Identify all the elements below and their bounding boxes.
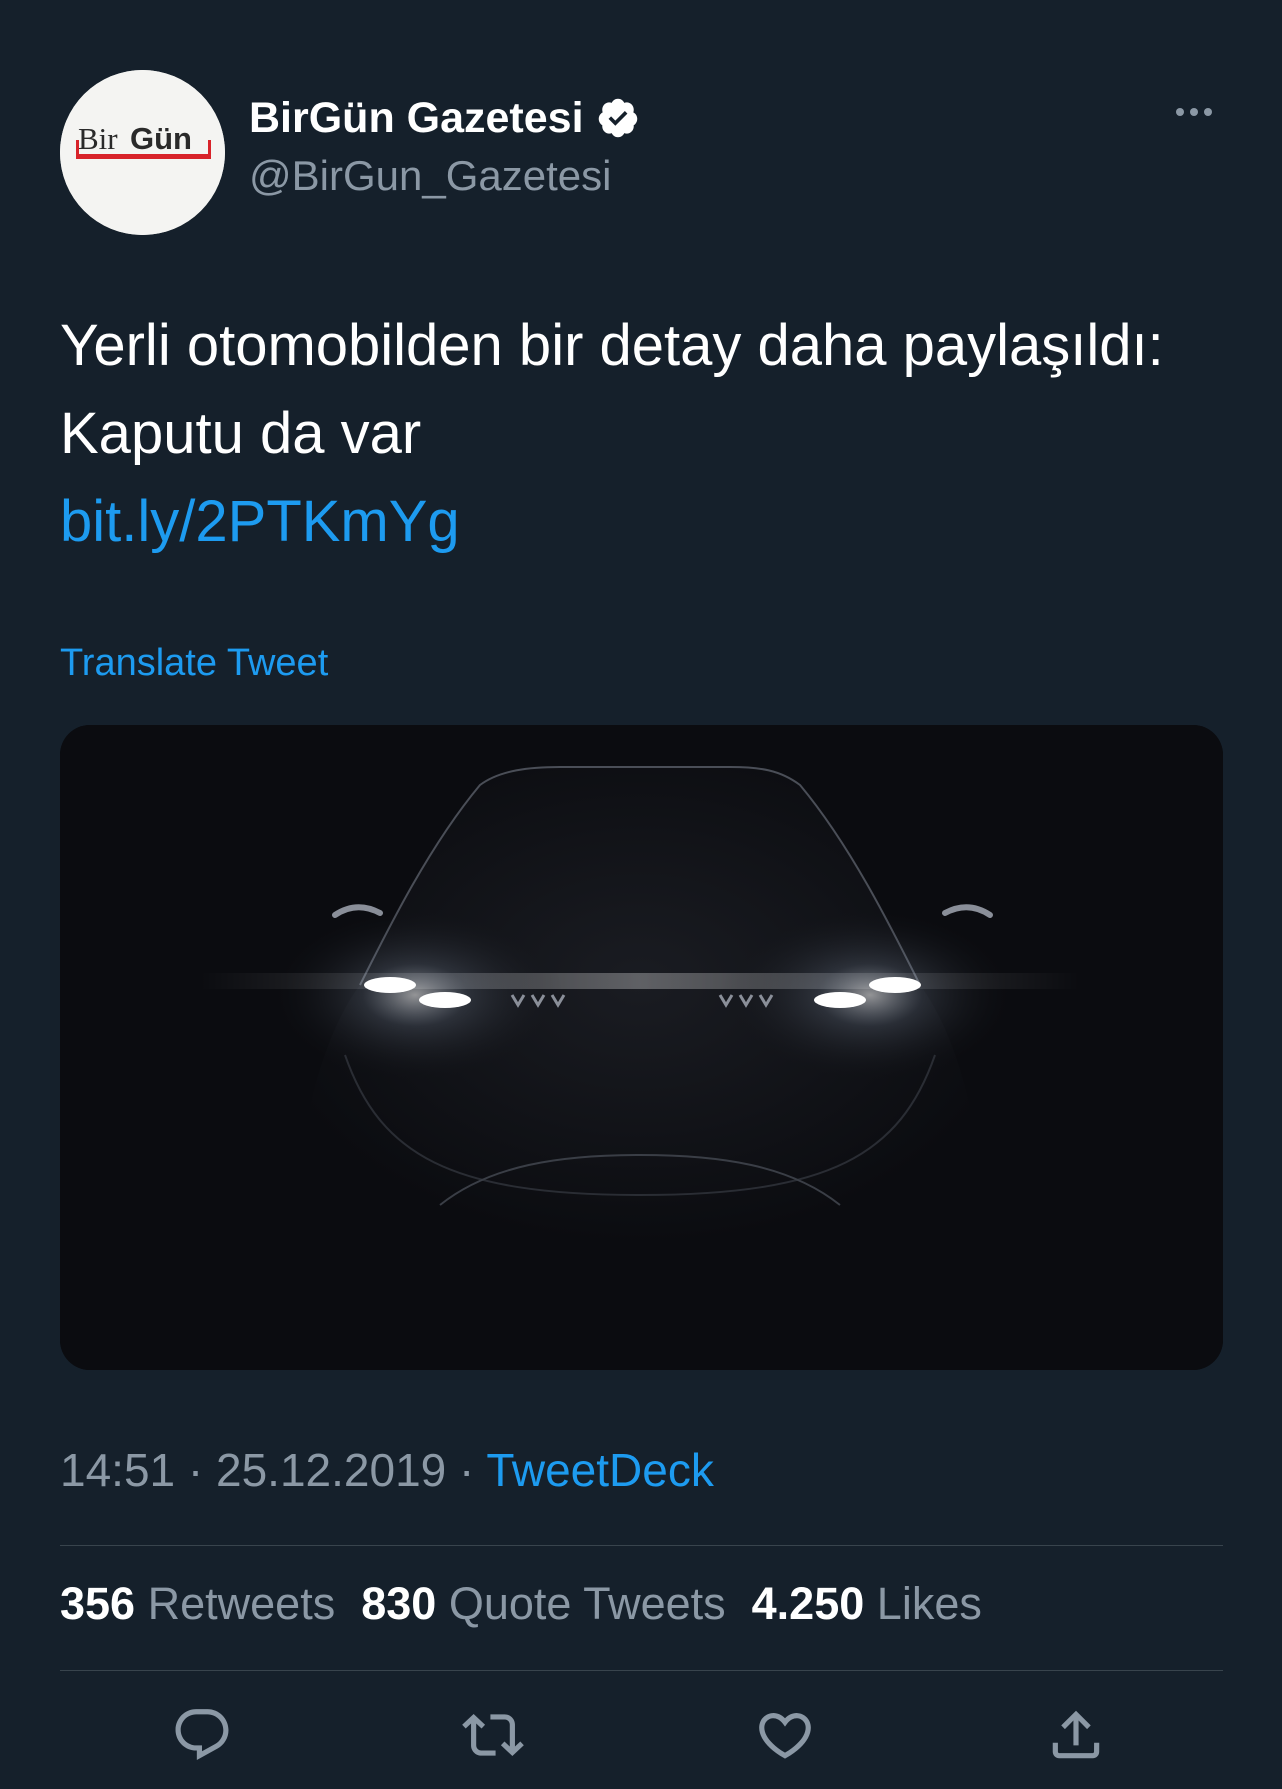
reply-icon <box>175 1709 229 1761</box>
like-button[interactable] <box>750 1700 820 1770</box>
likes-stat[interactable]: 4.250 Likes <box>752 1578 982 1630</box>
tweet-text: Yerli otomobilden bir detay daha paylaşı… <box>60 313 1164 466</box>
heart-icon <box>759 1713 811 1759</box>
retweet-icon <box>462 1714 524 1756</box>
tweet-date[interactable]: 25.12.2019 <box>216 1444 446 1496</box>
tweet-body: Yerli otomobilden bir detay daha paylaşı… <box>60 302 1220 566</box>
retweets-stat[interactable]: 356 Retweets <box>60 1578 335 1630</box>
tweet-meta: 14:51 · 25.12.2019 · TweetDeck <box>60 1443 714 1497</box>
more-dot <box>1176 108 1184 116</box>
likes-count: 4.250 <box>751 1578 865 1629</box>
quote-tweets-stat[interactable]: 830 Quote Tweets <box>361 1578 725 1630</box>
logo-text-gun: Gün <box>130 121 192 156</box>
retweet-button[interactable] <box>458 1700 528 1770</box>
likes-label: Likes <box>876 1578 982 1629</box>
tweet-stats: 356 Retweets 830 Quote Tweets 4.250 Like… <box>60 1578 982 1630</box>
share-button[interactable] <box>1041 1700 1111 1770</box>
quote-tweets-count: 830 <box>361 1578 437 1629</box>
retweets-label: Retweets <box>147 1578 336 1629</box>
display-name-text: BirGün Gazetesi <box>249 94 584 142</box>
tweet-image[interactable] <box>60 725 1223 1370</box>
tweet-actions <box>60 1700 1223 1770</box>
retweets-count: 356 <box>60 1578 136 1629</box>
logo-text-bir: Bir <box>78 121 118 156</box>
car-headlights-image <box>60 725 1223 1370</box>
more-dot <box>1190 108 1198 116</box>
share-icon <box>1052 1710 1100 1759</box>
quote-tweets-label: Quote Tweets <box>448 1578 726 1629</box>
tweet-time[interactable]: 14:51 <box>60 1444 175 1496</box>
tweet-header: Bir Gün BirGün Gazetesi @BirGun_Gazetesi <box>60 70 1222 235</box>
display-name[interactable]: BirGün Gazetesi <box>249 92 640 144</box>
meta-separator: · <box>459 1444 475 1496</box>
divider <box>60 1670 1223 1671</box>
account-handle[interactable]: @BirGun_Gazetesi <box>249 148 640 204</box>
account-info: BirGün Gazetesi @BirGun_Gazetesi <box>249 92 640 204</box>
verified-badge-icon <box>598 98 637 138</box>
birgun-logo: Bir Gün <box>60 70 225 235</box>
translate-tweet-link[interactable]: Translate Tweet <box>60 642 328 685</box>
more-dot <box>1204 108 1212 116</box>
more-options-icon[interactable] <box>1166 90 1222 134</box>
reply-button[interactable] <box>167 1700 237 1770</box>
divider <box>60 1545 1223 1546</box>
tweet-link[interactable]: bit.ly/2PTKmYg <box>60 478 1220 566</box>
meta-separator: · <box>187 1444 204 1496</box>
tweet-source[interactable]: TweetDeck <box>486 1444 714 1496</box>
avatar[interactable]: Bir Gün <box>60 70 225 235</box>
